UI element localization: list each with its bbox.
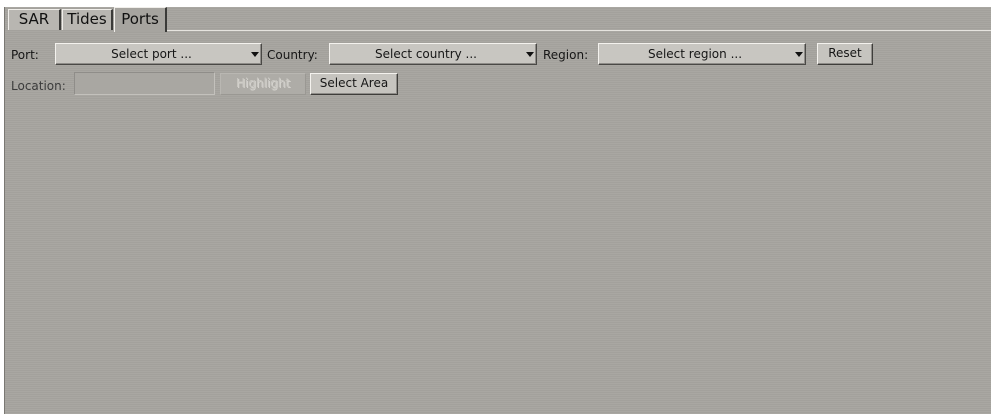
location-input[interactable] bbox=[75, 73, 214, 94]
tab-tides[interactable]: Tides bbox=[62, 9, 113, 30]
tab-sar[interactable]: SAR bbox=[8, 9, 61, 30]
region-label: Region: bbox=[543, 48, 589, 62]
chevron-down-icon bbox=[795, 52, 803, 57]
location-label: Location: bbox=[11, 79, 66, 93]
tab-ports[interactable]: Ports bbox=[114, 7, 167, 32]
chevron-down-icon bbox=[251, 52, 259, 57]
chevron-down-icon bbox=[526, 52, 534, 57]
port-select[interactable]: Select port ... bbox=[55, 43, 262, 65]
region-select[interactable]: Select region ... bbox=[598, 43, 806, 65]
country-select-value: Select country ... bbox=[375, 47, 477, 61]
ports-panel: SAR Tides Ports Port: Select port ... Co… bbox=[4, 7, 991, 414]
port-label: Port: bbox=[11, 48, 39, 62]
port-select-value: Select port ... bbox=[111, 47, 192, 61]
country-select[interactable]: Select country ... bbox=[329, 43, 537, 65]
region-select-value: Select region ... bbox=[647, 47, 743, 61]
select-area-button[interactable]: Select Area bbox=[310, 73, 398, 95]
reset-button[interactable]: Reset bbox=[817, 43, 873, 65]
tab-strip: SAR Tides Ports bbox=[5, 7, 991, 32]
country-label: Country: bbox=[267, 48, 318, 62]
location-field[interactable] bbox=[74, 72, 215, 95]
highlight-button[interactable]: Highlight bbox=[220, 73, 306, 95]
tab-divider bbox=[167, 30, 991, 31]
